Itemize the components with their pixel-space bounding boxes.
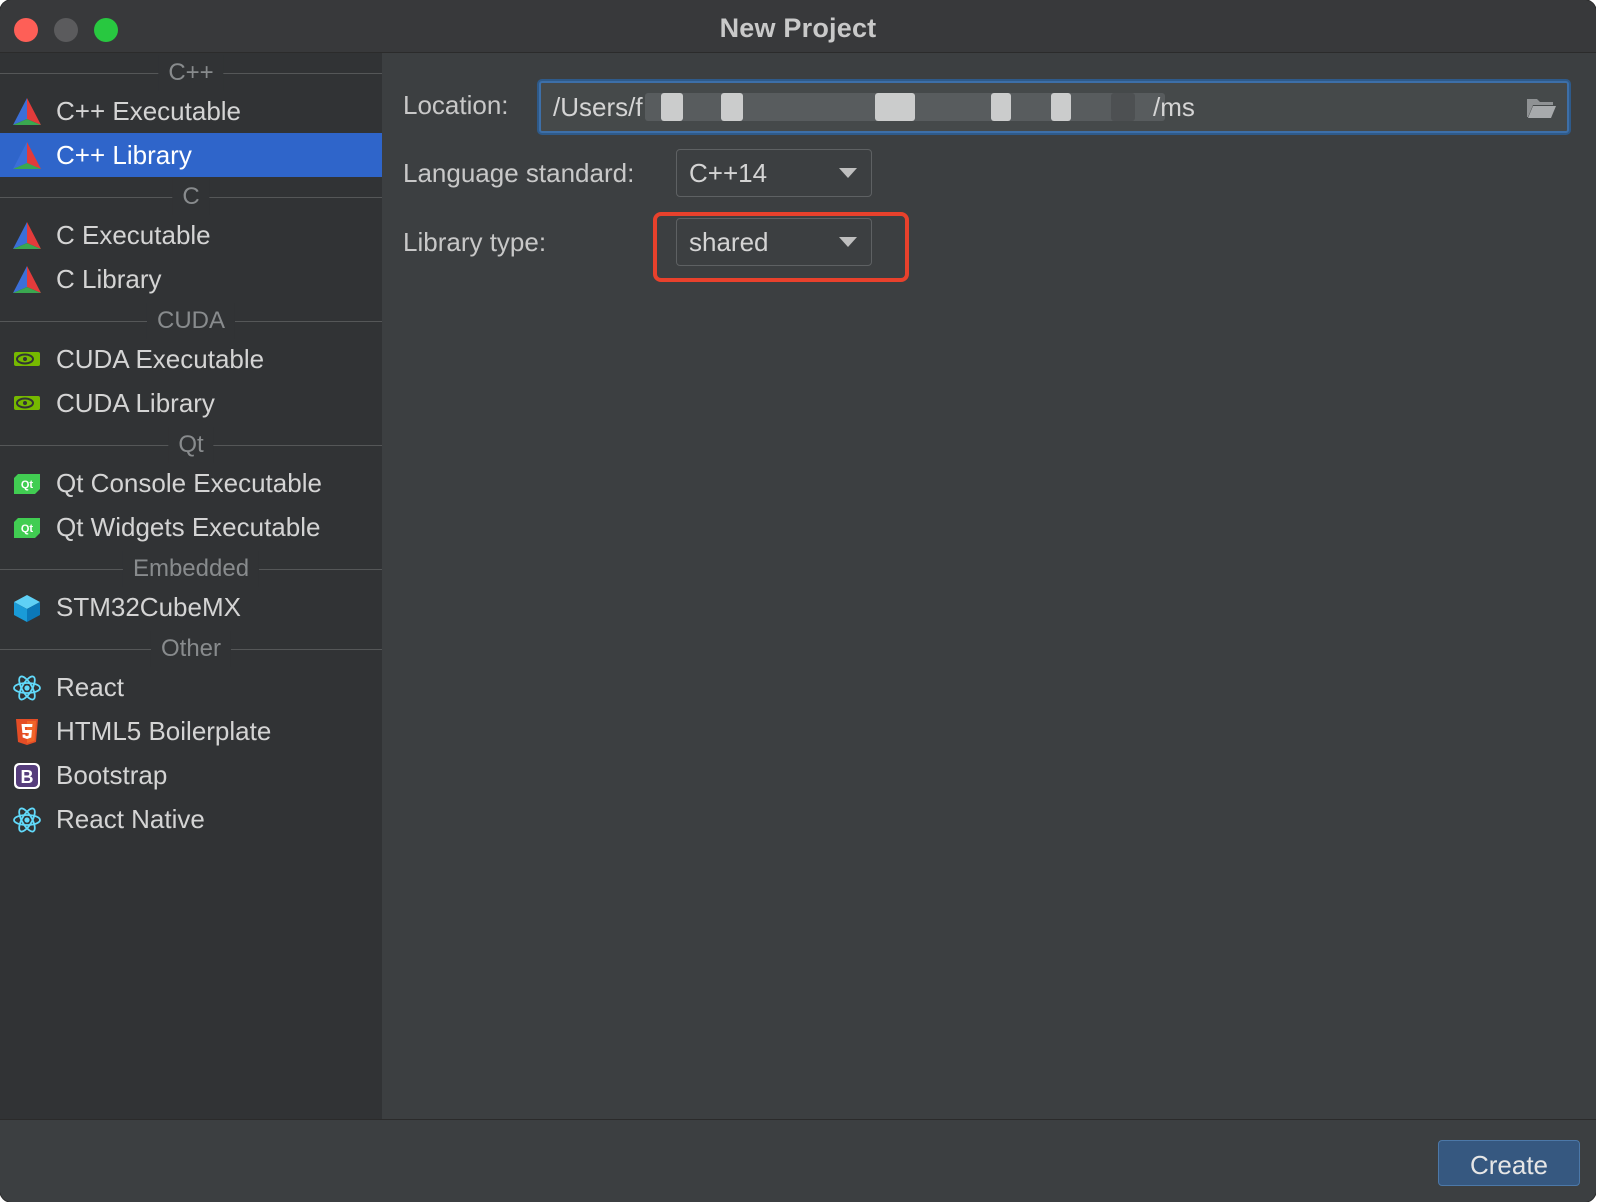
sidebar-item-cpp-executable[interactable]: C++ Executable bbox=[0, 89, 382, 133]
sidebar-item-cpp-library[interactable]: C++ Library bbox=[0, 133, 382, 177]
svg-text:B: B bbox=[21, 767, 34, 787]
sidebar-item-label: C++ Executable bbox=[56, 96, 242, 126]
project-type-sidebar: C++ C++ Executable C++ Library C C Execu… bbox=[0, 53, 382, 1119]
redaction-mark bbox=[661, 93, 683, 121]
sidebar-item-html5-boilerplate[interactable]: HTML5 Boilerplate bbox=[0, 709, 382, 753]
desktop-background bbox=[1596, 0, 1606, 1202]
cmake-icon bbox=[13, 142, 41, 169]
bootstrap-icon: B bbox=[14, 763, 40, 789]
annotation-highlight-box bbox=[653, 212, 909, 282]
title-bar: New Project bbox=[0, 0, 1596, 53]
sidebar-item-qt-console-executable[interactable]: Qt Qt Console Executable bbox=[0, 461, 382, 505]
sidebar-item-stm32cubemx[interactable]: STM32CubeMX bbox=[0, 585, 382, 629]
sidebar-item-c-library[interactable]: C Library bbox=[0, 257, 382, 301]
location-label: Location: bbox=[403, 90, 509, 120]
new-project-window: New Project C++ C++ Executable C++ Libra… bbox=[0, 0, 1596, 1202]
stm32cube-icon bbox=[14, 595, 40, 622]
create-button[interactable]: Create bbox=[1438, 1140, 1580, 1186]
group-header-qt: Qt bbox=[0, 425, 382, 465]
sidebar-item-label: CUDA Library bbox=[56, 388, 215, 418]
svg-text:Qt: Qt bbox=[21, 523, 34, 535]
sidebar-item-label: STM32CubeMX bbox=[56, 592, 241, 622]
sidebar-item-label: Bootstrap bbox=[56, 760, 168, 790]
sidebar-item-label: CUDA Executable bbox=[56, 344, 265, 374]
react-icon bbox=[13, 807, 41, 833]
cmake-icon bbox=[13, 222, 41, 249]
svg-text:Qt: Qt bbox=[21, 479, 34, 491]
redaction-mark bbox=[721, 93, 743, 121]
sidebar-item-label: C Library bbox=[56, 264, 162, 294]
group-header-label: C++ bbox=[158, 55, 224, 91]
redaction-mark bbox=[875, 93, 915, 121]
sidebar-item-label: Qt Widgets Executable bbox=[56, 512, 321, 542]
library-type-label: Library type: bbox=[403, 227, 547, 257]
cmake-icon bbox=[13, 266, 41, 293]
language-standard-value: C++14 bbox=[689, 158, 768, 188]
sidebar-item-label: React bbox=[56, 672, 124, 702]
dialog-footer: Create bbox=[0, 1119, 1596, 1202]
group-header-label: Qt bbox=[168, 427, 214, 463]
location-path-start: /Users/f bbox=[553, 92, 643, 122]
group-header-other: Other bbox=[0, 629, 382, 669]
redaction-mark bbox=[991, 93, 1011, 121]
group-header-cuda: CUDA bbox=[0, 301, 382, 341]
react-icon bbox=[13, 675, 41, 701]
location-path-end: /ms bbox=[1153, 92, 1195, 122]
sidebar-item-bootstrap[interactable]: B Bootstrap bbox=[0, 753, 382, 797]
qt-icon: Qt bbox=[14, 474, 40, 494]
window-title: New Project bbox=[719, 13, 877, 43]
sidebar-item-label: HTML5 Boilerplate bbox=[56, 716, 272, 746]
location-field[interactable]: /Users/f /ms bbox=[539, 81, 1569, 133]
nvidia-icon bbox=[14, 396, 40, 410]
qt-icon: Qt bbox=[14, 518, 40, 538]
sidebar-item-react[interactable]: React bbox=[0, 665, 382, 709]
sidebar-item-cuda-library[interactable]: CUDA Library bbox=[0, 381, 382, 425]
sidebar-item-cuda-executable[interactable]: CUDA Executable bbox=[0, 337, 382, 381]
sidebar-item-react-native[interactable]: React Native bbox=[0, 797, 382, 841]
nvidia-icon bbox=[14, 352, 40, 366]
cmake-icon bbox=[13, 98, 41, 125]
sidebar-item-label: Qt Console Executable bbox=[56, 468, 322, 498]
sidebar-item-label: React Native bbox=[56, 804, 205, 834]
group-header-c: C bbox=[0, 177, 382, 217]
folder-icon[interactable] bbox=[1525, 93, 1557, 121]
chevron-down-icon bbox=[839, 168, 857, 178]
redaction-mark bbox=[1111, 93, 1135, 121]
language-standard-label: Language standard: bbox=[403, 158, 635, 188]
group-header-embedded: Embedded bbox=[0, 549, 382, 589]
language-standard-select[interactable]: C++14 bbox=[676, 149, 872, 197]
html5-icon bbox=[16, 719, 38, 745]
sidebar-item-label: C Executable bbox=[56, 220, 211, 250]
group-header-label: C bbox=[172, 179, 210, 215]
sidebar-item-c-executable[interactable]: C Executable bbox=[0, 213, 382, 257]
group-header-cpp: C++ bbox=[0, 53, 382, 93]
group-header-label: Other bbox=[150, 631, 232, 667]
project-settings-panel: Location: /Users/f /ms Language standard… bbox=[383, 53, 1596, 1119]
redaction-mark bbox=[1051, 93, 1071, 121]
sidebar-item-label: C++ Library bbox=[56, 140, 192, 170]
group-header-label: CUDA bbox=[146, 303, 236, 339]
group-header-label: Embedded bbox=[122, 551, 260, 587]
sidebar-item-qt-widgets-executable[interactable]: Qt Qt Widgets Executable bbox=[0, 505, 382, 549]
